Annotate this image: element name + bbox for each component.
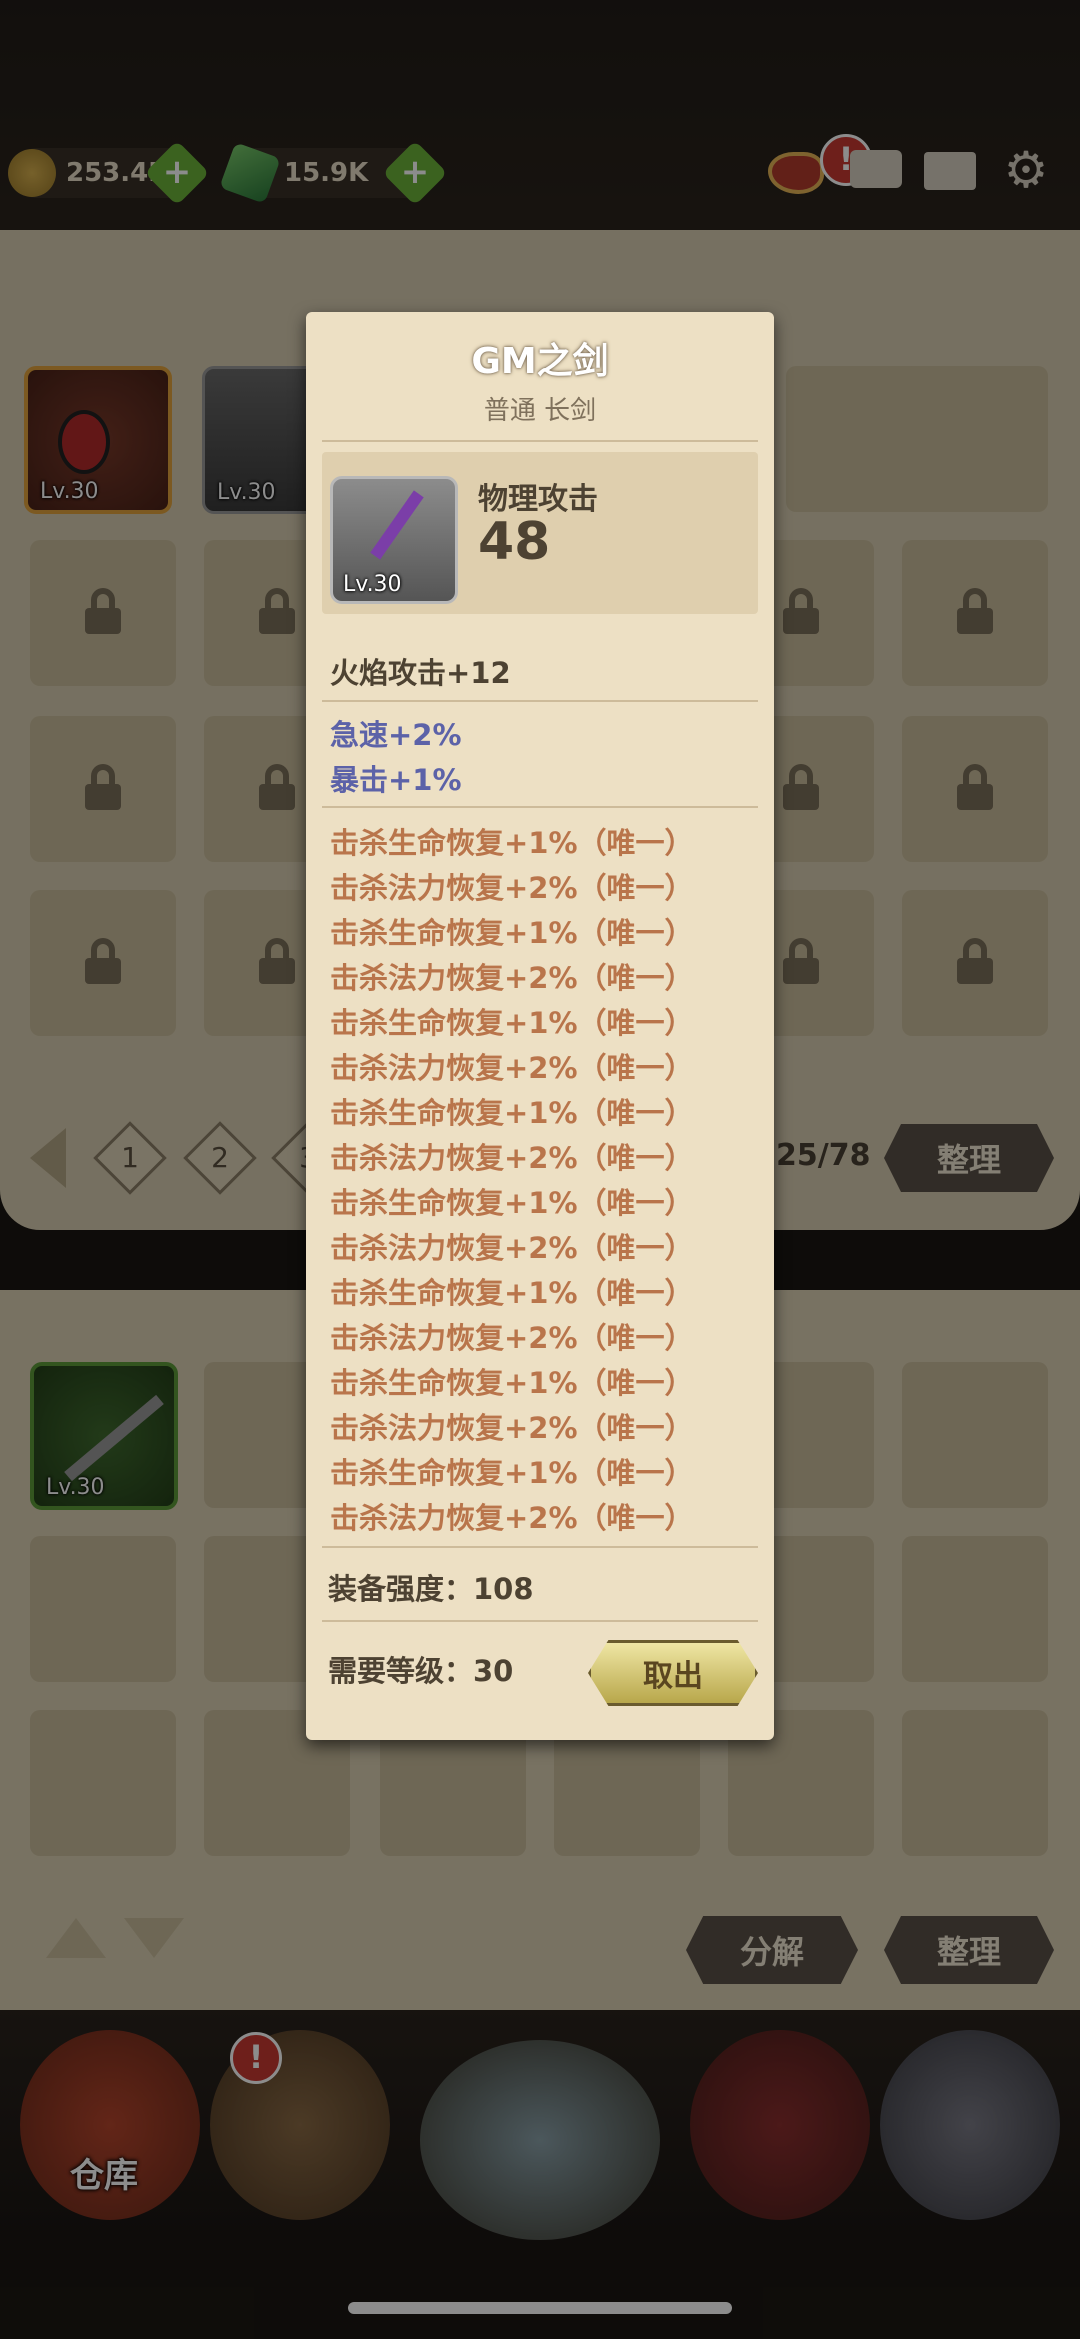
gear-score: 装备强度：108 xyxy=(328,1572,534,1606)
item-level: Lv.30 xyxy=(46,1475,105,1500)
longsword-icon: Lv.30 xyxy=(330,476,458,604)
locked-slot[interactable] xyxy=(902,890,1048,1036)
sword-icon xyxy=(64,1394,164,1482)
unique-stat: 击杀法力恢复+2%（唯一） xyxy=(330,1051,694,1085)
settings-gear-icon[interactable]: ⚙ xyxy=(996,140,1056,200)
icon-level: Lv.30 xyxy=(343,572,402,597)
empty-slot[interactable] xyxy=(30,1536,176,1682)
nav-forge-icon[interactable] xyxy=(880,2030,1060,2220)
take-out-button[interactable]: 取出 xyxy=(588,1640,758,1706)
unique-stat: 击杀法力恢复+2%（唯一） xyxy=(330,1231,694,1265)
warehouse-capacity: 25/78 xyxy=(776,1138,871,1173)
lock-icon xyxy=(783,764,819,810)
lock-icon xyxy=(259,764,295,810)
bag-sort-button[interactable]: 整理 xyxy=(884,1916,1054,1984)
unique-stat: 击杀生命恢复+1%（唯一） xyxy=(330,1456,694,1490)
divider xyxy=(322,1546,758,1548)
lock-icon xyxy=(957,588,993,634)
lock-icon xyxy=(957,938,993,984)
locked-slot[interactable] xyxy=(30,540,176,686)
empty-slot[interactable] xyxy=(902,1710,1048,1856)
arrow-up-icon[interactable] xyxy=(46,1918,106,1958)
chat-icon[interactable] xyxy=(846,140,906,200)
divider xyxy=(322,700,758,702)
crit-stat: 暴击+1% xyxy=(330,763,462,797)
red-amulet-icon xyxy=(58,410,110,474)
nav-warehouse-label: 仓库 xyxy=(70,2156,138,2196)
lock-icon xyxy=(85,938,121,984)
lock-icon xyxy=(259,938,295,984)
home-indicator[interactable] xyxy=(348,2302,732,2314)
lock-icon xyxy=(783,938,819,984)
required-level: 需要等级：30 xyxy=(328,1654,514,1688)
unique-stat: 击杀法力恢复+2%（唯一） xyxy=(330,1501,694,1535)
locked-slot[interactable] xyxy=(30,716,176,862)
locked-slot[interactable] xyxy=(30,890,176,1036)
empty-slot[interactable] xyxy=(30,1710,176,1856)
decompose-button[interactable]: 分解 xyxy=(686,1916,858,1984)
arrow-down-icon[interactable] xyxy=(124,1918,184,1958)
item-level: Lv.30 xyxy=(40,479,99,504)
empty-slot[interactable] xyxy=(902,1362,1048,1508)
add-gem-button[interactable]: + xyxy=(382,140,448,206)
item-tooltip: GM之剑 普通 长剑 Lv.30 物理攻击 48 火焰攻击+12 急速+2% 暴… xyxy=(306,312,774,1740)
tavern-alert-badge: ! xyxy=(230,2032,282,2084)
warehouse-item-amulet[interactable]: Lv.30 xyxy=(24,366,172,514)
gem-counter: 15.9K + xyxy=(219,140,448,206)
fire-attack-stat: 火焰攻击+12 xyxy=(330,656,511,690)
haste-stat: 急速+2% xyxy=(330,718,462,752)
unique-stat: 击杀法力恢复+2%（唯一） xyxy=(330,1321,694,1355)
unique-stat: 击杀法力恢复+2%（唯一） xyxy=(330,961,694,995)
unique-stat: 击杀生命恢复+1%（唯一） xyxy=(330,916,694,950)
gold-coin-icon xyxy=(8,149,56,197)
main-stat-value: 48 xyxy=(478,512,551,572)
lock-icon xyxy=(783,588,819,634)
empty-slot[interactable] xyxy=(902,366,1048,512)
unique-stat: 击杀生命恢复+1%（唯一） xyxy=(330,1276,694,1310)
divider xyxy=(322,806,758,808)
locked-slot[interactable] xyxy=(902,716,1048,862)
prev-page-arrow-icon[interactable] xyxy=(30,1128,66,1188)
divider xyxy=(322,1620,758,1622)
unique-stat: 击杀生命恢复+1%（唯一） xyxy=(330,1366,694,1400)
unique-stat: 击杀生命恢复+1%（唯一） xyxy=(330,1096,694,1130)
lock-icon xyxy=(85,588,121,634)
warehouse-sort-button[interactable]: 整理 xyxy=(884,1124,1054,1192)
empty-slot[interactable] xyxy=(902,1536,1048,1682)
unique-stat: 击杀法力恢复+2%（唯一） xyxy=(330,871,694,905)
bag-item-sword[interactable]: Lv.30 xyxy=(30,1362,178,1510)
item-quality-type: 普通 长剑 xyxy=(483,396,597,426)
lock-icon xyxy=(85,764,121,810)
lock-icon xyxy=(957,764,993,810)
divider xyxy=(322,440,758,442)
nav-adventure-icon[interactable] xyxy=(420,2040,660,2240)
add-gold-button[interactable]: + xyxy=(144,140,210,206)
unique-stat: 击杀生命恢复+1%（唯一） xyxy=(330,1006,694,1040)
unique-stat: 击杀法力恢复+2%（唯一） xyxy=(330,1411,694,1445)
item-level: Lv.30 xyxy=(217,480,276,505)
nav-shop-icon[interactable] xyxy=(690,2030,870,2220)
lock-icon xyxy=(259,588,295,634)
unique-stat: 击杀生命恢复+1%（唯一） xyxy=(330,826,694,860)
unique-stat: 击杀生命恢复+1%（唯一） xyxy=(330,1186,694,1220)
gem-amount: 15.9K xyxy=(284,158,369,188)
item-name: GM之剑 xyxy=(471,341,609,382)
unique-stat: 击杀法力恢复+2%（唯一） xyxy=(330,1141,694,1175)
mail-icon[interactable] xyxy=(920,140,980,200)
locked-slot[interactable] xyxy=(902,540,1048,686)
gold-counter: 253.4K + xyxy=(8,140,210,206)
